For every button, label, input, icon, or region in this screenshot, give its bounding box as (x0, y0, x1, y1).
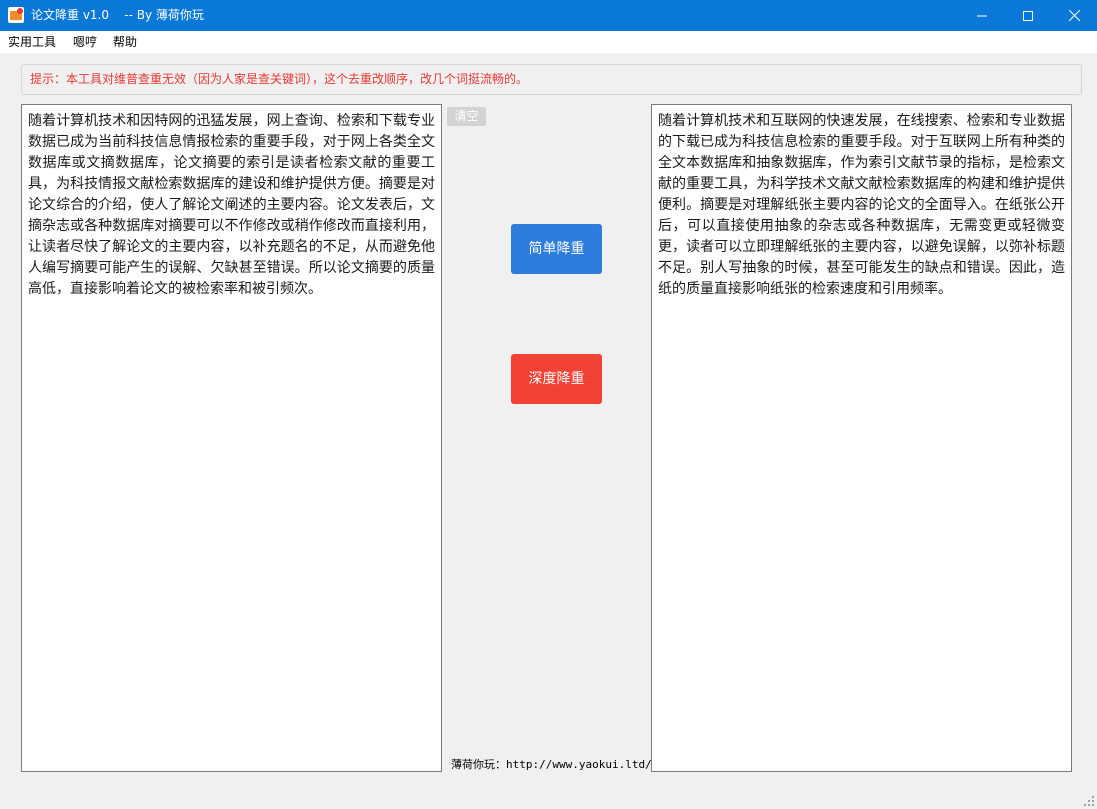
simple-rewrite-button[interactable]: 简单降重 (511, 224, 602, 274)
footer-link[interactable]: 薄荷你玩：http://www.yaokui.ltd/ (451, 758, 652, 772)
hint-text: 提示：本工具对维普查重无效（因为人家是查关键词），这个去重改顺序，改几个词挺流畅… (30, 72, 529, 86)
window-title: 论文降重 v1.0 -- By 薄荷你玩 (31, 8, 204, 22)
hint-box: 提示：本工具对维普查重无效（因为人家是查关键词），这个去重改顺序，改几个词挺流畅… (21, 64, 1082, 95)
menu-item-en[interactable]: 嗯哼 (73, 35, 97, 49)
menu-bar: 实用工具 嗯哼 帮助 (0, 31, 1097, 53)
output-textarea[interactable]: 随着计算机技术和互联网的快速发展，在线搜索、检索和专业数据的下载已成为科技信息检… (651, 104, 1072, 772)
deep-rewrite-button[interactable]: 深度降重 (511, 354, 602, 404)
menu-item-tools[interactable]: 实用工具 (8, 35, 56, 49)
maximize-icon (1023, 10, 1033, 21)
minimize-icon (977, 15, 987, 16)
resize-grip-icon[interactable] (1083, 795, 1095, 807)
input-textarea[interactable]: 随着计算机技术和因特网的迅猛发展，网上查询、检索和下载专业数据已成为当前科技信息… (21, 104, 442, 772)
minimize-button[interactable] (959, 0, 1005, 31)
close-button[interactable] (1051, 0, 1097, 31)
close-icon (1068, 10, 1080, 21)
menu-item-help[interactable]: 帮助 (113, 35, 137, 49)
clear-button[interactable]: 清空 (447, 107, 486, 126)
app-icon (8, 7, 24, 23)
title-bar[interactable]: 论文降重 v1.0 -- By 薄荷你玩 (0, 0, 1097, 31)
maximize-button[interactable] (1005, 0, 1051, 31)
